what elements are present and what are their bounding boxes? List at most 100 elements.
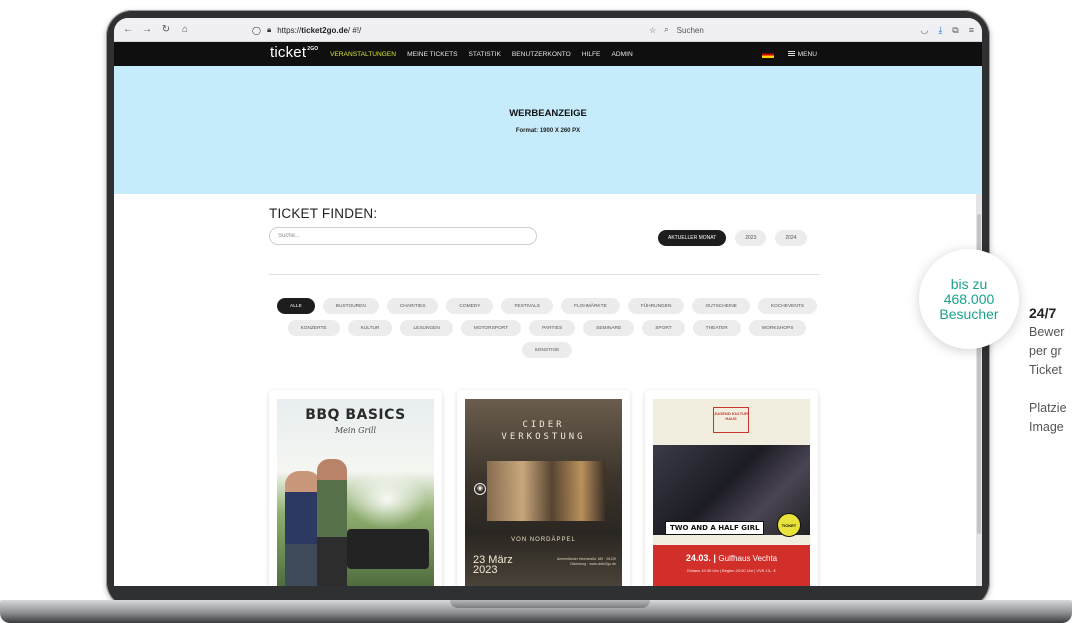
download-icon[interactable]: ⤓	[938, 25, 942, 36]
nav-veranstaltungen[interactable]: VERANSTALTUNGEN	[330, 51, 396, 58]
visitor-badge: bis zu 468.000 Besucher	[919, 249, 1019, 349]
category-gutscheine[interactable]: GUTSCHEINE	[692, 298, 750, 314]
title-line-1: CIDER	[522, 420, 565, 430]
home-icon[interactable]: ⌂	[177, 24, 193, 35]
hamburger-icon	[787, 51, 795, 57]
browser-toolbar: ← → ↻ ⌂ ◯ 🔒︎ https://ticket2go.de/ #!/ ☆…	[114, 18, 982, 42]
ticket-badge: TICKET	[777, 513, 801, 537]
title-line-2: VERKOSTUNG	[501, 432, 586, 442]
category-bustouren[interactable]: BUSTOUREN	[322, 298, 379, 314]
category-filters: ALLE BUSTOUREN CHARITIES COMEDY FESTIVAL…	[277, 298, 817, 358]
nav-meine-tickets[interactable]: MEINE TICKETS	[407, 51, 457, 58]
browser-actions: ◡ ⤓ ⧉ ≡	[920, 21, 974, 39]
play-icon[interactable]: ◉	[474, 483, 486, 495]
date-banner	[653, 545, 810, 586]
event-subtitle: Mein Grill	[334, 426, 377, 435]
category-theater[interactable]: THEATER	[692, 320, 741, 336]
event-title: CIDER VERKOSTUNG	[465, 419, 622, 443]
side-line: Platzie	[1029, 401, 1067, 415]
filter-2024[interactable]: 2024	[775, 230, 807, 246]
category-lesungen[interactable]: LESUNGEN	[400, 320, 453, 336]
side-line: per gr	[1029, 344, 1062, 358]
side-line: Image	[1029, 420, 1064, 434]
category-charities[interactable]: CHARITIES	[386, 298, 439, 314]
nav-admin[interactable]: ADMIN	[611, 51, 632, 58]
pocket-icon[interactable]: ◡	[920, 25, 928, 36]
category-parties[interactable]: PARTIES	[529, 320, 576, 336]
category-festivals[interactable]: FESTIVALS	[501, 298, 553, 314]
browser-menu-icon[interactable]: ≡	[969, 25, 974, 35]
event-search-input[interactable]	[269, 227, 537, 245]
menu-button[interactable]: MENU	[787, 51, 817, 58]
venue-name: Gulfhaus Vechta	[718, 554, 778, 563]
filter-2023[interactable]: 2023	[735, 230, 767, 246]
nav-hilfe[interactable]: HILFE	[582, 51, 601, 58]
person-graphic	[317, 459, 347, 586]
category-sonstige[interactable]: SONSTIGE	[521, 342, 573, 358]
event-title: BBQ BASICS	[305, 407, 406, 423]
category-motorsport[interactable]: MOTORSPORT	[460, 320, 522, 336]
category-fuehrungen[interactable]: FÜHRUNGEN	[627, 298, 685, 314]
event-image-cider: CIDER VERKOSTUNG ◉ VON NORDÄPPEL 23 März 2…	[465, 399, 622, 586]
date-value: 24.03.	[685, 553, 711, 563]
side-line: Ticket	[1029, 363, 1062, 377]
badge-line-2: 468.000	[943, 290, 995, 307]
reload-icon[interactable]: ↻	[158, 24, 174, 35]
filter-current-month[interactable]: AKTUELLER MONAT	[658, 230, 727, 246]
nav-statistik[interactable]: STATISTIK	[469, 51, 501, 58]
event-date: 24.03. | Gulfhaus Vechta	[685, 553, 778, 563]
site-logo[interactable]: ticket2GO	[270, 44, 318, 61]
event-address: Ammerländer Heerstraße 185 · 26129 Olden…	[556, 557, 616, 566]
side-heading: 24/7	[1029, 305, 1057, 321]
date-line-2: 2023	[473, 564, 498, 576]
person-graphic	[285, 471, 321, 586]
band-name: TWO AND A HALF GIRL	[665, 521, 765, 535]
grill-graphic	[347, 529, 429, 569]
side-line: Bewer	[1029, 325, 1065, 339]
page-title: TICKET FINDEN:	[269, 206, 378, 221]
tasting-photo	[487, 461, 605, 521]
ad-banner[interactable]: WERBEANZEIGE Format: 1900 X 260 PX	[114, 66, 982, 194]
category-kochevents[interactable]: KOCHEVENTS	[757, 298, 817, 314]
badge-line-1: bis zu	[950, 275, 988, 292]
browser-nav: ← → ↻ ⌂	[120, 24, 193, 35]
event-card-bbq[interactable]: BBQ BASICS Mein Grill	[269, 390, 442, 586]
category-konzerte[interactable]: KONZERTE	[287, 320, 340, 336]
event-card-concert[interactable]: JUGEND KULTUR HAUS TWO AND A HALF GIRL T…	[645, 390, 818, 586]
extensions-icon[interactable]: ⧉	[952, 25, 958, 36]
url-text: https://ticket2go.de/ #!/	[277, 25, 362, 35]
german-flag-icon[interactable]	[761, 50, 774, 58]
laptop-notch	[450, 600, 650, 608]
screen: ← → ↻ ⌂ ◯ 🔒︎ https://ticket2go.de/ #!/ ☆…	[114, 18, 982, 586]
site-navbar: ticket2GO VERANSTALTUNGEN MEINE TICKETS …	[114, 42, 982, 66]
event-card-cider[interactable]: CIDER VERKOSTUNG ◉ VON NORDÄPPEL 23 März 2…	[457, 390, 630, 586]
category-kultur[interactable]: KULTUR	[347, 320, 393, 336]
divider	[269, 274, 820, 275]
shield-icon: ◯	[252, 25, 261, 35]
category-sport[interactable]: SPORT	[642, 320, 685, 336]
back-icon[interactable]: ←	[120, 24, 136, 35]
category-comedy[interactable]: COMEDY	[446, 298, 494, 314]
event-image-concert: JUGEND KULTUR HAUS TWO AND A HALF GIRL T…	[653, 399, 810, 586]
side-copy: 24/7 Bewer per gr Ticket Platzie Image	[1029, 304, 1072, 437]
category-alle[interactable]: ALLE	[277, 298, 315, 314]
ad-title: WERBEANZEIGE	[509, 108, 587, 119]
badge-line-3: Besucher	[939, 305, 999, 322]
event-image-bbq: BBQ BASICS Mein Grill	[277, 399, 434, 586]
category-workshops[interactable]: WORKSHOPS	[748, 320, 807, 336]
forward-icon[interactable]: →	[139, 24, 155, 35]
category-flohmaerkte[interactable]: FLOHMÄRKTE	[560, 298, 620, 314]
category-seminare[interactable]: SEMINARE	[583, 320, 635, 336]
event-organizer: VON NORDÄPPEL	[511, 537, 576, 543]
event-info: Einlass 19:30 Uhr | Beginn 20:00 Uhr | V…	[687, 568, 776, 573]
bookmark-star-icon[interactable]: ☆	[649, 26, 656, 35]
search-icon: ⌕	[664, 25, 669, 34]
nav-right: MENU	[761, 42, 817, 66]
smoke-graphic	[347, 469, 427, 529]
address-bar[interactable]: ◯ 🔒︎ https://ticket2go.de/ #!/	[248, 21, 668, 39]
lock-icon: 🔒︎	[266, 25, 272, 34]
ticket-finder-section: TICKET FINDEN: AKTUELLER MONAT 2023 2024…	[114, 194, 976, 586]
browser-search[interactable]: ☆ ⌕ Suchen	[649, 21, 859, 39]
time-filter-group: AKTUELLER MONAT 2023 2024	[658, 230, 807, 246]
nav-benutzerkonto[interactable]: BENUTZERKONTO	[512, 51, 571, 58]
